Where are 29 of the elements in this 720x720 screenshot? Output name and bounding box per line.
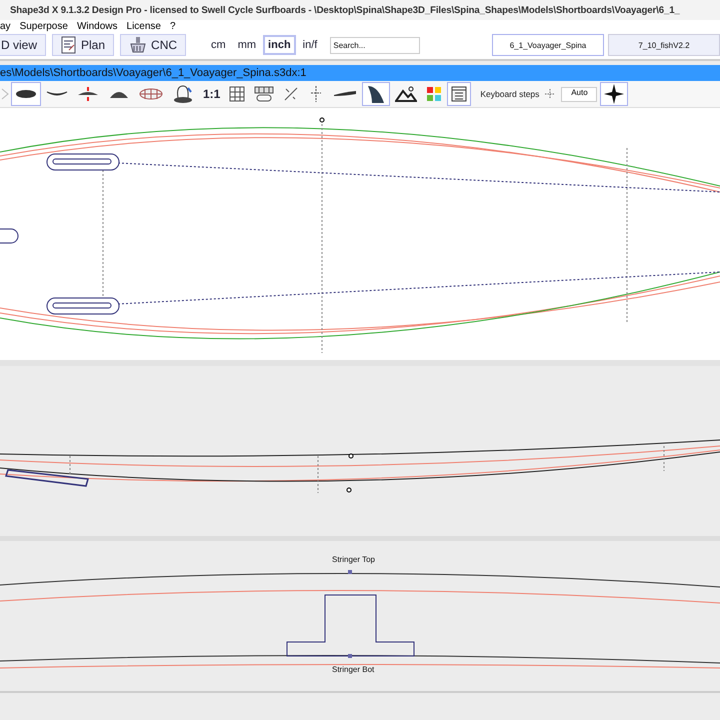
scale-button[interactable]: 1:1 (199, 82, 224, 106)
file-path-bar: es\Models\Shortboards\Voayager\6_1_Voayager_Spina.s3dx:1 (0, 65, 720, 81)
view-button[interactable]: CNC (120, 34, 186, 56)
machine-icon (129, 36, 148, 54)
star-tool-icon[interactable] (600, 82, 628, 106)
menu-item[interactable]: ay (0, 21, 11, 32)
menu-item[interactable]: License (126, 21, 161, 32)
menu-item[interactable]: ? (170, 21, 176, 32)
outline-tool-icon[interactable] (11, 82, 41, 106)
window-title: Shape3d X 9.1.3.2 Design Pro - licensed to Swell Cycle Surfboards - \Desktop\Spina\Shape3D_Files\Spina_Shapes\Models\Shortboards\Voayager\6_1_ (10, 4, 680, 16)
view-button[interactable]: Plan (52, 34, 114, 56)
list-tool-icon[interactable] (447, 82, 472, 106)
menu-item[interactable]: Superpose (20, 21, 68, 32)
keyboard-steps-field[interactable]: Auto (561, 86, 598, 102)
stringer-top-label: Stringer Top (332, 555, 375, 564)
fin-tool-icon[interactable] (362, 82, 390, 106)
unit-toggle[interactable]: cm (206, 35, 231, 55)
file-tab[interactable]: 7_10_fishV2.2 (608, 34, 720, 56)
file-tab[interactable]: 6_1_Voayager_Spina (492, 34, 604, 56)
view-button[interactable]: D view (0, 34, 46, 56)
move-icon[interactable] (544, 88, 556, 100)
unit-toggle[interactable]: mm (232, 35, 262, 55)
unit-toggle[interactable]: inch (263, 35, 296, 55)
document-icon (61, 36, 78, 54)
unit-toggle[interactable]: in/f (298, 35, 322, 55)
keyboard-steps-label: Keyboard steps (480, 89, 540, 99)
menu-item[interactable]: Windows (76, 21, 118, 32)
stringer-bottom-label: Stringer Bot (332, 665, 374, 674)
search-field[interactable]: Search... (330, 36, 420, 54)
